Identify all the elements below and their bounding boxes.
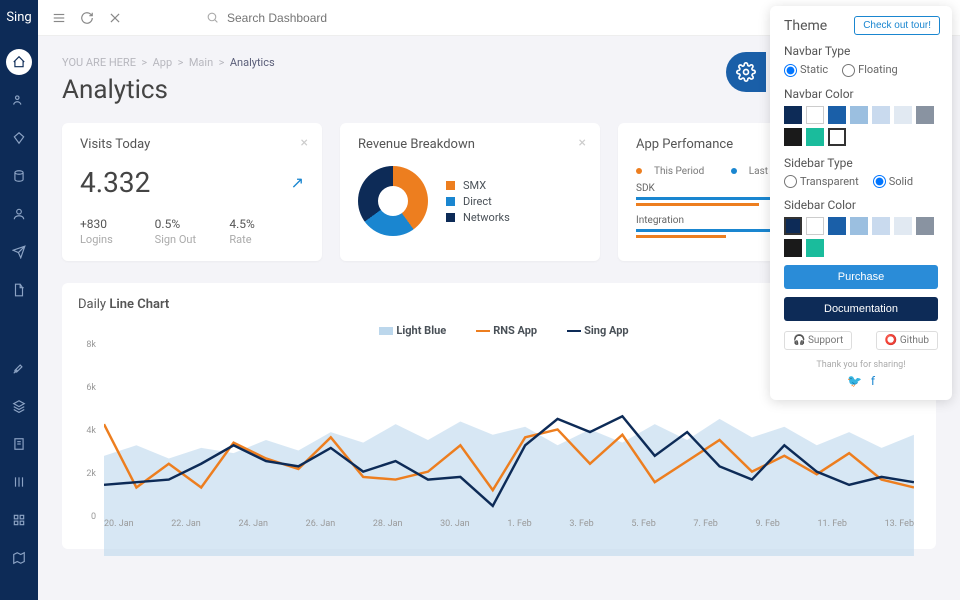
nav-layers[interactable] (6, 393, 32, 419)
navtype-option[interactable]: Static (784, 63, 828, 76)
donut-chart (358, 166, 428, 236)
search-box (206, 11, 407, 25)
color-swatch[interactable] (784, 128, 802, 146)
x-tick: 5. Feb (631, 519, 655, 535)
nav-send[interactable] (6, 239, 32, 265)
card-revenue: Revenue Breakdown × SMX Direct Networks (340, 123, 600, 261)
visits-value: 4.332 (80, 166, 150, 199)
search-icon (206, 11, 219, 24)
x-tick: 9. Feb (755, 519, 779, 535)
x-tick: 24. Jan (238, 519, 268, 535)
color-swatch[interactable] (828, 217, 846, 235)
x-tick: 30. Jan (440, 519, 470, 535)
nav-tools[interactable] (6, 355, 32, 381)
color-swatch[interactable] (872, 217, 890, 235)
sidebar-color-label: Sidebar Color (784, 198, 938, 212)
color-swatch[interactable] (916, 217, 934, 235)
legend-item: Networks (446, 211, 510, 224)
chart-legend-item: Sing App (557, 324, 628, 337)
card-close-icon[interactable]: × (301, 135, 308, 151)
facebook-icon[interactable]: f (871, 374, 875, 388)
color-swatch[interactable] (850, 106, 868, 124)
color-swatch[interactable] (784, 106, 802, 124)
tour-button[interactable]: Check out tour! (854, 16, 940, 35)
refresh-icon[interactable] (80, 11, 94, 25)
theme-panel: Theme Check out tour! Navbar Type Static… (770, 6, 952, 400)
navtype-option[interactable]: Floating (842, 63, 898, 76)
card-title: Visits Today (80, 137, 304, 152)
x-tick: 11. Feb (817, 519, 846, 535)
x-tick: 13. Feb (885, 519, 914, 535)
visit-stat: 4.5%Rate (229, 217, 304, 246)
nav-db[interactable] (6, 163, 32, 189)
x-tick: 1. Feb (507, 519, 531, 535)
chart-legend-item: RNS App (466, 324, 537, 337)
y-tick: 4k (86, 426, 96, 436)
navbar-type-label: Navbar Type (784, 44, 938, 58)
close-icon[interactable] (108, 11, 122, 25)
visit-stat: +830Logins (80, 217, 155, 246)
nav-sketch[interactable] (6, 125, 32, 151)
visit-stat: 0.5%Sign Out (155, 217, 230, 246)
nav-sliders[interactable] (6, 469, 32, 495)
docs-button[interactable]: Documentation (784, 297, 938, 321)
legend-item: SMX (446, 179, 510, 192)
color-swatch[interactable] (784, 239, 802, 257)
support-link[interactable]: 🎧 Support (784, 331, 852, 350)
twitter-icon[interactable]: 🐦 (847, 374, 862, 388)
x-tick: 7. Feb (693, 519, 717, 535)
card-visits: Visits Today × 4.332 ↗ +830Logins0.5%Sig… (62, 123, 322, 261)
y-tick: 0 (91, 512, 96, 522)
nav-file[interactable] (6, 431, 32, 457)
trend-up-icon: ↗ (291, 173, 304, 192)
y-tick: 6k (86, 383, 96, 393)
color-swatch[interactable] (828, 128, 846, 146)
color-swatch[interactable] (806, 239, 824, 257)
x-tick: 28. Jan (373, 519, 403, 535)
app-logo: Sing (6, 0, 31, 43)
color-swatch[interactable] (806, 217, 824, 235)
sidetype-option[interactable]: Transparent (784, 175, 859, 188)
menu-icon[interactable] (52, 11, 66, 25)
nav-grid[interactable] (6, 507, 32, 533)
color-swatch[interactable] (828, 106, 846, 124)
gear-icon (736, 62, 756, 82)
card-close-icon[interactable]: × (579, 135, 586, 151)
purchase-button[interactable]: Purchase (784, 265, 938, 289)
color-swatch[interactable] (916, 106, 934, 124)
y-tick: 8k (86, 340, 96, 350)
nav-dashboard[interactable] (6, 49, 32, 75)
x-tick: 20. Jan (104, 519, 134, 535)
sidebar-type-label: Sidebar Type (784, 156, 938, 170)
github-link[interactable]: ⭕ Github (876, 331, 938, 350)
crumb-app[interactable]: App (153, 56, 173, 69)
legend-item: Direct (446, 195, 510, 208)
nav-users[interactable] (6, 87, 32, 113)
color-swatch[interactable] (894, 106, 912, 124)
sidetype-option[interactable]: Solid (873, 175, 913, 188)
color-swatch[interactable] (872, 106, 890, 124)
navbar-color-label: Navbar Color (784, 87, 938, 101)
crumb-current: Analytics (230, 56, 275, 69)
thanks-text: Thank you for sharing! (784, 360, 938, 370)
chart-legend-item: Light Blue (369, 324, 446, 337)
color-swatch[interactable] (806, 128, 824, 146)
color-swatch[interactable] (784, 217, 802, 235)
sidebar: Sing (0, 0, 38, 600)
x-tick: 3. Feb (569, 519, 593, 535)
search-input[interactable] (227, 11, 407, 25)
nav-user[interactable] (6, 201, 32, 227)
color-swatch[interactable] (850, 217, 868, 235)
x-tick: 22. Jan (171, 519, 201, 535)
nav-map[interactable] (6, 545, 32, 571)
x-tick: 26. Jan (306, 519, 336, 535)
theme-toggle-button[interactable] (726, 52, 766, 92)
nav-doc[interactable] (6, 277, 32, 303)
color-swatch[interactable] (894, 217, 912, 235)
y-tick: 2k (86, 469, 96, 479)
card-title: Revenue Breakdown (358, 137, 582, 152)
color-swatch[interactable] (806, 106, 824, 124)
crumb-main[interactable]: Main (189, 56, 213, 69)
